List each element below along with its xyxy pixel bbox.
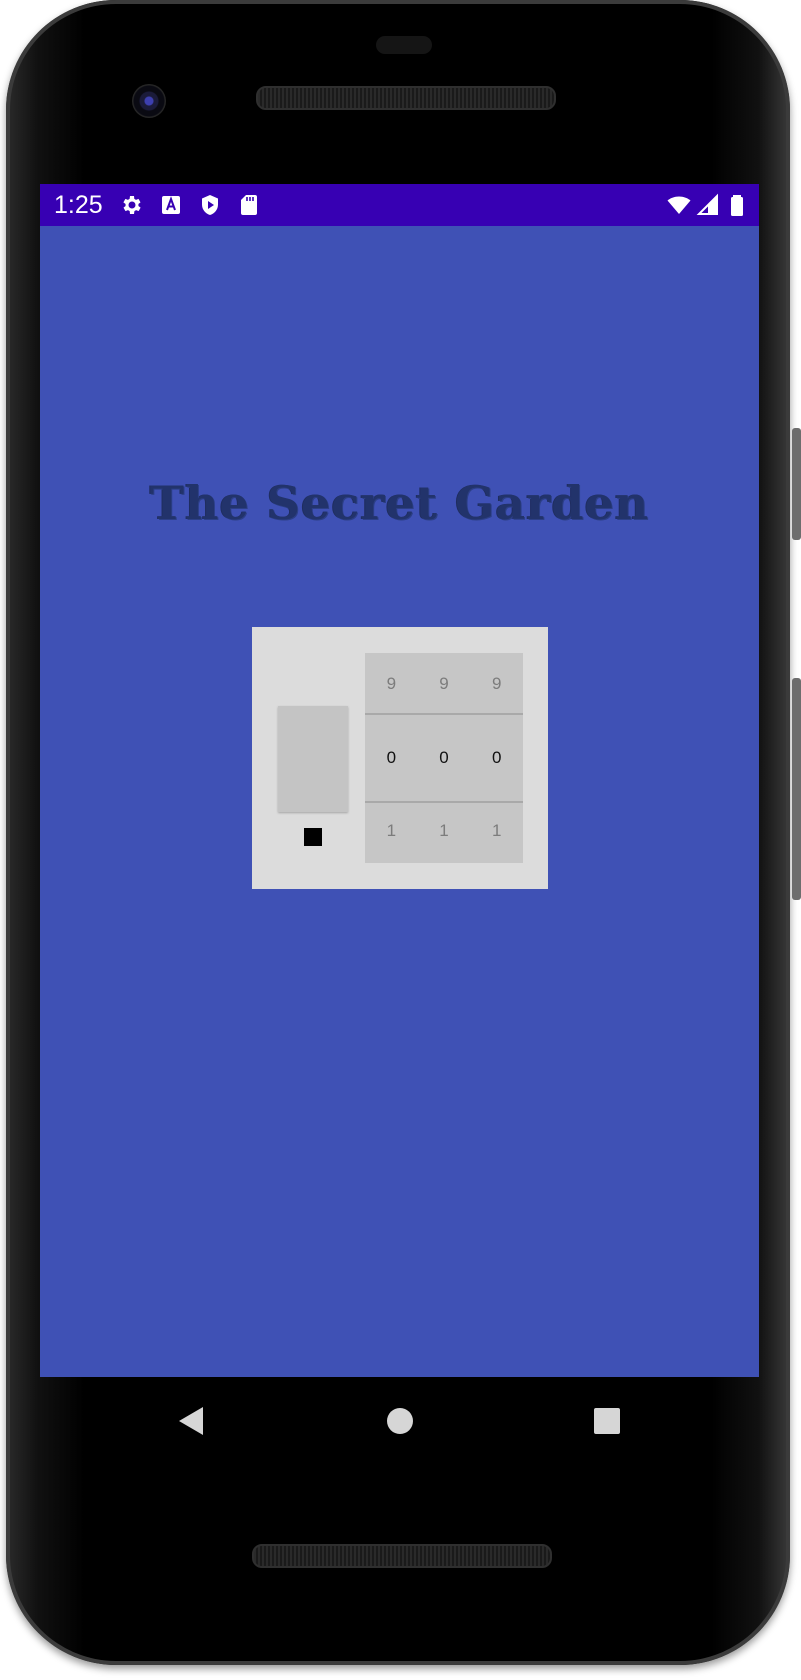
settings-icon: [123, 196, 141, 214]
unlock-button[interactable]: [304, 828, 322, 846]
text-recognition-icon: [162, 196, 180, 214]
earpiece: [376, 36, 432, 54]
back-icon[interactable]: [172, 1401, 212, 1441]
dial-2-above-digit[interactable]: 9: [418, 653, 471, 713]
home-icon[interactable]: [380, 1401, 420, 1441]
dial-row-selected: 0 0 0: [365, 715, 523, 801]
sd-card-icon: [241, 195, 257, 215]
dial-2-below-digit[interactable]: 1: [418, 803, 471, 863]
app-title: The Secret Garden: [149, 476, 650, 530]
dial-3-below-digit[interactable]: 1: [470, 803, 523, 863]
dial-row-below: 1 1 1: [365, 803, 523, 863]
status-time: 1:25: [54, 191, 103, 219]
bottom-speaker-grille: [252, 1544, 552, 1568]
battery-icon: [731, 195, 743, 216]
front-camera: [132, 84, 166, 118]
cell-signal-icon: [696, 193, 718, 215]
lock-handle[interactable]: [278, 706, 348, 812]
navigation-bar: [40, 1377, 759, 1477]
recents-icon[interactable]: [587, 1401, 627, 1441]
power-button: [792, 428, 801, 540]
dial-1-above-digit[interactable]: 9: [365, 653, 418, 713]
top-speaker-grille: [256, 86, 556, 110]
app-screen: 1:25 The Secret Garden 9 9 9 0 0 0 1 1 1: [40, 184, 759, 1377]
dial-row-above: 9 9 9: [365, 653, 523, 713]
combination-lock: 9 9 9 0 0 0 1 1 1: [252, 627, 548, 889]
dial-2-selected-digit[interactable]: 0: [418, 715, 471, 801]
volume-button: [792, 678, 801, 900]
dial-1-below-digit[interactable]: 1: [365, 803, 418, 863]
wifi-icon: [667, 196, 691, 214]
dial-3-above-digit[interactable]: 9: [470, 653, 523, 713]
play-protect-icon: [202, 195, 218, 215]
dial-grid: 9 9 9 0 0 0 1 1 1: [365, 653, 523, 863]
status-bar: 1:25: [40, 184, 759, 226]
dial-1-selected-digit[interactable]: 0: [365, 715, 418, 801]
dial-3-selected-digit[interactable]: 0: [470, 715, 523, 801]
